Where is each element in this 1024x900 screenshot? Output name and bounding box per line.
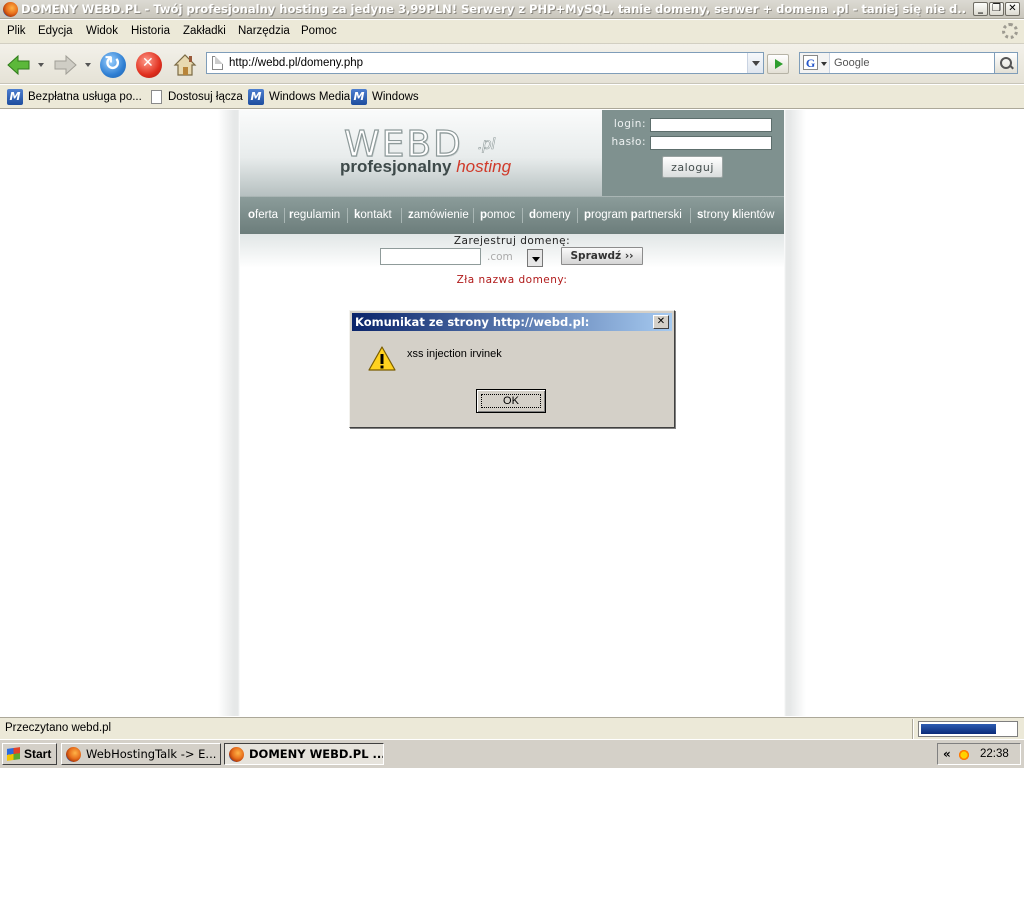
site-header-logo: WEBD .pl profesjonalny hosting — [240, 110, 602, 196]
minimize-button[interactable]: _ — [973, 2, 988, 16]
forward-arrow-icon[interactable] — [52, 52, 78, 78]
site-tagline: profesjonalny hosting — [340, 157, 512, 176]
firefox-icon — [3, 2, 18, 17]
stop-icon[interactable] — [136, 52, 162, 78]
close-window-button[interactable]: ✕ — [1005, 2, 1020, 16]
password-input[interactable] — [650, 136, 772, 150]
tld-selected: .com — [487, 251, 513, 263]
menu-narzedzia[interactable]: Narzędzia — [238, 25, 290, 37]
dialog-title: Komunikat ze strony http://webd.pl: — [355, 315, 590, 329]
domain-search-bar: Zarejestruj domenę: .com Sprawdź ›› — [240, 234, 784, 268]
bookmark-bezplatna-usluga[interactable]: M Bezpłatna usługa po... — [7, 88, 142, 106]
site-logo-tld: .pl — [478, 136, 496, 154]
ms-icon: M — [248, 88, 264, 105]
clock[interactable]: 22:38 — [980, 748, 1009, 760]
firefox-icon — [229, 747, 244, 762]
menu-edycja[interactable]: Edycja — [38, 25, 73, 37]
google-icon: G — [803, 55, 818, 70]
url-history-dropdown[interactable] — [747, 53, 763, 73]
login-button[interactable]: zaloguj — [662, 156, 723, 178]
nav-program-partnerski[interactable]: program partnerski — [584, 209, 682, 221]
password-label: hasło: — [611, 136, 646, 148]
domain-error-message: Zła nazwa domeny: — [456, 274, 568, 286]
home-icon[interactable] — [172, 52, 198, 78]
window-title-bar[interactable]: DOMENY WEBD.PL - Twój profesjonalny host… — [0, 0, 1024, 19]
status-bar: Przeczytano webd.pl — [0, 717, 1024, 739]
check-domain-button[interactable]: Sprawdź ›› — [561, 247, 643, 265]
chevron-down-icon — [821, 62, 827, 66]
search-input[interactable] — [834, 55, 989, 71]
system-tray: « 22:38 — [937, 743, 1021, 765]
menu-bar: Plik Edycja Widok Historia Zakładki Narz… — [0, 20, 1024, 44]
nav-regulamin[interactable]: regulamin — [289, 209, 340, 221]
nav-pomoc[interactable]: pomoc — [480, 209, 515, 221]
warning-icon — [368, 346, 396, 372]
address-bar[interactable] — [206, 52, 764, 74]
site-nav: oferta regulamin kontakt zamówienie pomo… — [240, 196, 784, 234]
alert-dialog: Komunikat ze strony http://webd.pl: ✕ xs… — [349, 310, 675, 428]
back-history-dropdown[interactable] — [38, 63, 44, 67]
menu-widok[interactable]: Widok — [86, 25, 118, 37]
status-text: Przeczytano webd.pl — [5, 722, 112, 734]
nav-zamowienie[interactable]: zamówienie — [408, 209, 469, 221]
menu-zakladki[interactable]: Zakładki — [183, 25, 226, 37]
search-engine-selector[interactable]: G — [800, 53, 830, 73]
forward-history-dropdown[interactable] — [85, 63, 91, 67]
ms-icon: M — [351, 88, 367, 105]
start-button[interactable]: Start — [2, 743, 57, 765]
dialog-ok-button[interactable]: OK — [476, 389, 546, 413]
url-input[interactable] — [229, 55, 729, 71]
window-title: DOMENY WEBD.PL - Twój profesjonalny host… — [21, 2, 966, 16]
loading-progress — [918, 721, 1018, 737]
domain-register-label: Zarejestruj domenę: — [453, 235, 571, 247]
page-icon — [212, 56, 223, 70]
taskbar: Start WebHostingTalk -> E... DOMENY WEBD… — [0, 739, 1024, 768]
domain-input[interactable] — [380, 248, 481, 265]
bookmark-windows[interactable]: M Windows — [351, 88, 419, 106]
bookmark-windows-media[interactable]: M Windows Media — [248, 88, 350, 106]
nav-strony-klientow[interactable]: strony klientów — [697, 209, 774, 221]
tld-select[interactable]: .com — [487, 249, 543, 267]
task-webhostingtalk[interactable]: WebHostingTalk -> E... — [61, 743, 221, 765]
dialog-close-button[interactable]: ✕ — [653, 315, 669, 329]
windows-flag-icon — [7, 747, 20, 761]
menu-historia[interactable]: Historia — [131, 25, 170, 37]
reload-icon[interactable] — [100, 51, 126, 78]
navigation-toolbar: G — [0, 44, 1024, 84]
login-label: login: — [613, 118, 646, 130]
login-panel: login: hasło: zaloguj — [602, 110, 784, 196]
back-arrow-icon[interactable] — [6, 52, 32, 78]
nav-domeny[interactable]: domeny — [529, 209, 571, 221]
bookmarks-toolbar: M Bezpłatna usługa po... Dostosuj łącza M… — [0, 85, 1024, 109]
search-box[interactable]: G — [799, 52, 995, 74]
magnifier-icon[interactable] — [994, 52, 1018, 74]
chevron-down-icon[interactable] — [527, 249, 543, 267]
page-icon — [151, 89, 162, 104]
sun-icon[interactable] — [957, 748, 971, 762]
nav-oferta[interactable]: oferta — [248, 209, 278, 221]
go-arrow-icon[interactable] — [767, 54, 789, 74]
tray-expand-button[interactable]: « — [943, 747, 951, 761]
menu-plik[interactable]: Plik — [7, 25, 26, 37]
login-input[interactable] — [650, 118, 772, 132]
desktop-screen: DOMENY WEBD.PL - Twój profesjonalny host… — [0, 0, 1024, 900]
ms-icon: M — [7, 88, 23, 105]
dialog-message: xss injection irvinek — [407, 348, 502, 360]
dialog-title-bar[interactable]: Komunikat ze strony http://webd.pl: ✕ — [352, 313, 672, 331]
firefox-icon — [66, 747, 81, 762]
menu-pomoc[interactable]: Pomoc — [301, 25, 337, 37]
bookmark-dostosuj-lacza[interactable]: Dostosuj łącza — [151, 88, 243, 106]
maximize-button[interactable]: ❐ — [989, 2, 1004, 16]
throbber-icon — [1002, 23, 1018, 39]
progress-fill — [921, 724, 996, 734]
nav-kontakt[interactable]: kontakt — [354, 209, 392, 221]
task-domeny-webd[interactable]: DOMENY WEBD.PL ... — [224, 743, 384, 765]
